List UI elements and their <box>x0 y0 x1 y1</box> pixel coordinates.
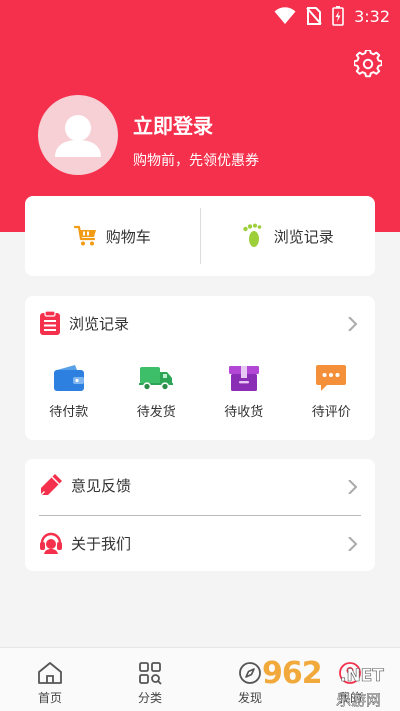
watermark-net: .NET <box>340 666 385 687</box>
truck-icon <box>139 367 174 391</box>
tab-label: 首页 <box>37 691 62 705</box>
watermark-number: 962 <box>262 656 323 691</box>
pen-icon <box>40 474 62 496</box>
menu-card: 意见反馈 关于我们 <box>25 459 375 571</box>
chevron-right-icon[interactable] <box>345 480 359 494</box>
tab-category[interactable]: 分类 <box>100 648 200 711</box>
login-title[interactable]: 立即登录 <box>133 110 213 139</box>
orders-title: 浏览记录 <box>69 314 130 333</box>
order-pending-shipment[interactable]: 待发货 <box>113 364 201 420</box>
watermark-text: 乐游网 <box>336 691 382 710</box>
home-icon <box>38 662 62 684</box>
tab-label: 分类 <box>137 691 162 705</box>
category-icon <box>139 662 162 685</box>
headset-icon <box>40 532 62 554</box>
divider <box>39 515 361 516</box>
order-pending-payment[interactable]: 待付款 <box>25 364 113 420</box>
about-label: 关于我们 <box>71 534 132 553</box>
tab-home[interactable]: 首页 <box>0 648 100 711</box>
avatar[interactable] <box>38 95 118 175</box>
about-row[interactable]: 关于我们 <box>39 531 131 555</box>
order-label: 待评价 <box>311 405 351 420</box>
cart-label: 购物车 <box>105 227 151 246</box>
status-bar: 3:32 <box>0 0 400 32</box>
box-icon <box>228 366 259 391</box>
feedback-row[interactable]: 意见反馈 <box>39 473 131 497</box>
no-sim-icon <box>306 7 322 25</box>
chevron-right-icon[interactable] <box>345 317 359 331</box>
comment-icon <box>316 365 347 391</box>
tab-label: 发现 <box>237 691 262 705</box>
site-watermark: 962 .NET 乐游网 <box>262 656 400 711</box>
feedback-label: 意见反馈 <box>71 476 132 495</box>
order-pending-receipt[interactable]: 待收货 <box>200 364 288 420</box>
clipboard-icon <box>40 310 60 335</box>
footprint-icon <box>243 223 262 247</box>
wallet-icon <box>53 365 84 391</box>
login-subtitle: 购物前，先领优惠券 <box>133 153 259 169</box>
order-label: 待付款 <box>49 405 89 420</box>
user-avatar-icon <box>55 115 101 157</box>
quick-links-card: 购物车 浏览记录 <box>25 196 375 276</box>
history-label: 浏览记录 <box>273 227 334 246</box>
cart-link[interactable]: 购物车 <box>25 196 200 276</box>
order-pending-review[interactable]: 待评价 <box>288 364 376 420</box>
order-status-row: 待付款 待发货 待收货 待评价 <box>25 364 375 420</box>
compass-icon <box>239 662 261 684</box>
cart-icon <box>73 225 96 246</box>
order-label: 待收货 <box>224 405 264 420</box>
orders-header[interactable]: 浏览记录 <box>39 310 129 336</box>
chevron-right-icon[interactable] <box>345 537 359 551</box>
wifi-icon <box>274 7 296 24</box>
status-time: 3:32 <box>354 6 390 26</box>
history-link[interactable]: 浏览记录 <box>201 196 376 276</box>
orders-card: 浏览记录 待付款 待发货 待收货 待评价 <box>25 296 375 440</box>
order-label: 待发货 <box>136 405 176 420</box>
gear-icon[interactable] <box>354 50 382 78</box>
battery-icon <box>332 6 344 26</box>
